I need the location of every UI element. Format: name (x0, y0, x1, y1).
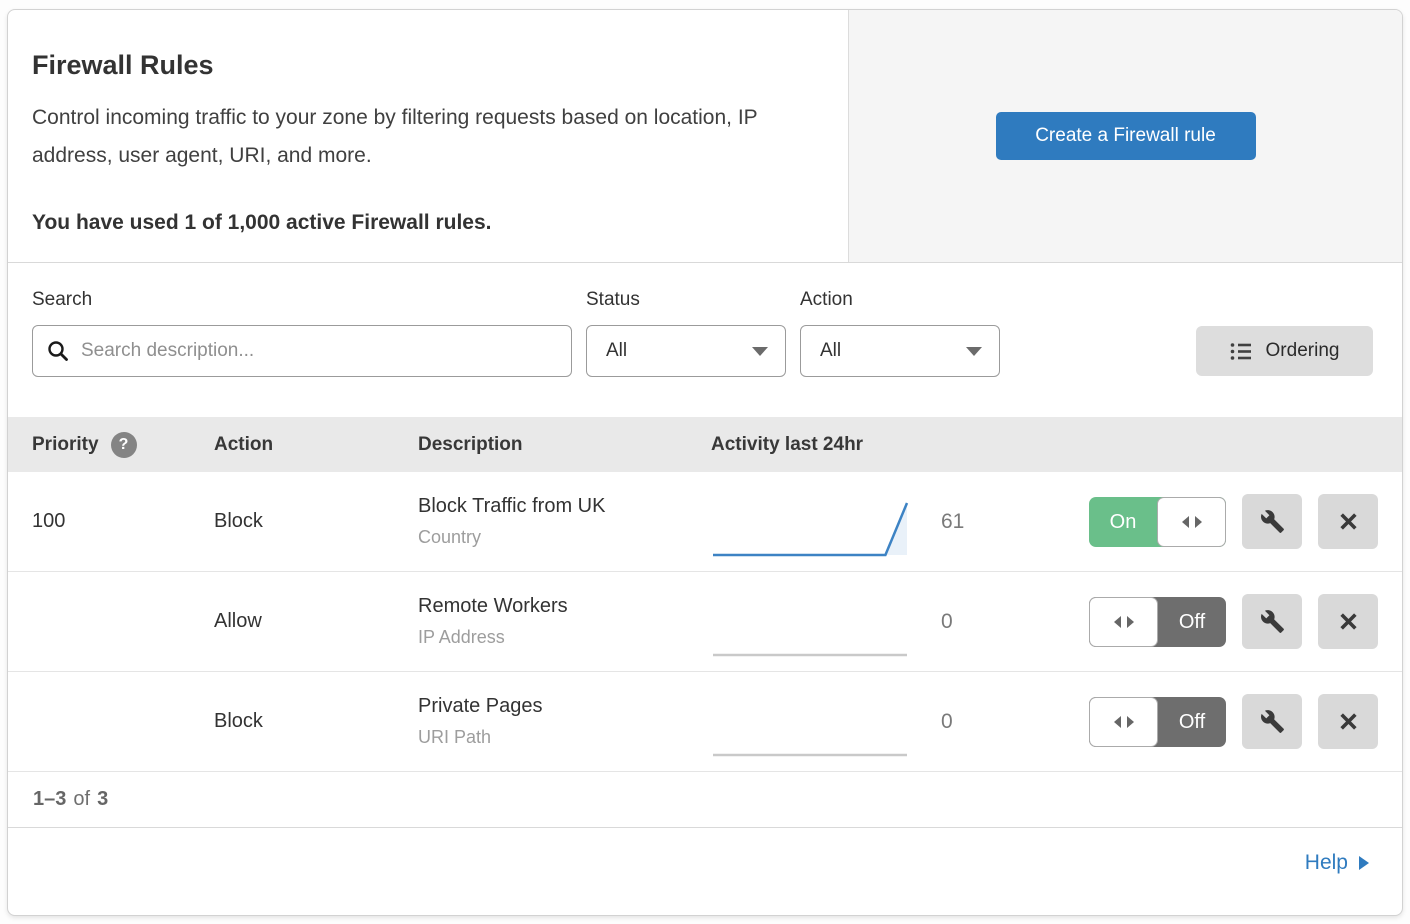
create-firewall-rule-button[interactable]: Create a Firewall rule (996, 112, 1256, 160)
search-icon (47, 340, 69, 362)
action-select[interactable]: All (800, 325, 1000, 377)
rule-enabled-toggle[interactable]: Off (1089, 597, 1226, 647)
toggle-state-label: On (1089, 497, 1157, 547)
column-header-description: Description (418, 434, 711, 456)
usage-summary: You have used 1 of 1,000 active Firewall… (32, 211, 798, 235)
rule-enabled-toggle[interactable]: On (1089, 497, 1226, 547)
ordering-button[interactable]: Ordering (1196, 326, 1373, 376)
search-box[interactable] (32, 325, 572, 377)
toggle-handle (1089, 697, 1158, 747)
page-header: Firewall Rules Control incoming traffic … (8, 10, 1402, 263)
pagination-total: 3 (97, 788, 108, 811)
rule-activity-cell: 61 (711, 484, 1089, 560)
pagination-bar: 1–3 of 3 (8, 772, 1402, 828)
table-row: 100 Block Block Traffic from UK Country … (8, 472, 1402, 572)
delete-rule-button[interactable] (1318, 494, 1378, 549)
status-filter-group: Status All (586, 289, 786, 377)
close-icon (1338, 711, 1359, 732)
page-description: Control incoming traffic to your zone by… (32, 99, 798, 175)
wrench-icon (1260, 509, 1285, 534)
triangle-right-icon (1127, 616, 1134, 628)
search-filter-group: Search (32, 289, 572, 377)
triangle-left-icon (1114, 716, 1121, 728)
help-link[interactable]: Help (1305, 851, 1369, 875)
rule-enabled-toggle[interactable]: Off (1089, 697, 1226, 747)
rule-description: Private Pages (418, 695, 711, 718)
wrench-icon (1260, 709, 1285, 734)
table-row: Block Private Pages URI Path 0 Off (8, 672, 1402, 772)
toggle-handle (1157, 497, 1226, 547)
delete-rule-button[interactable] (1318, 694, 1378, 749)
rule-match-type: IP Address (418, 627, 711, 648)
action-selected-value: All (820, 340, 841, 362)
chevron-down-icon (752, 347, 768, 356)
edit-rule-button[interactable] (1242, 694, 1302, 749)
search-label: Search (32, 289, 572, 311)
rule-controls: Off (1089, 694, 1378, 749)
column-header-priority: Priority ? (32, 432, 214, 458)
column-header-action: Action (214, 434, 418, 456)
toggle-state-label: Off (1158, 597, 1226, 647)
rule-action: Block (214, 510, 418, 533)
triangle-right-icon (1127, 716, 1134, 728)
help-link-label: Help (1305, 851, 1348, 875)
help-footer: Help (8, 828, 1402, 898)
rule-description-cell: Remote Workers IP Address (418, 595, 711, 648)
action-label: Action (800, 289, 1000, 311)
rule-activity-cell: 0 (711, 684, 1089, 760)
status-label: Status (586, 289, 786, 311)
rule-description-cell: Block Traffic from UK Country (418, 495, 711, 548)
arrow-right-icon (1359, 856, 1369, 870)
activity-sparkline (711, 496, 911, 560)
activity-sparkline (711, 696, 911, 760)
pagination-of: of (73, 788, 90, 811)
chevron-down-icon (966, 347, 982, 356)
ordering-button-label: Ordering (1266, 340, 1340, 362)
close-icon (1338, 511, 1359, 532)
action-filter-group: Action All (800, 289, 1000, 377)
page-title: Firewall Rules (32, 50, 798, 81)
activity-sparkline (711, 596, 911, 660)
priority-header-label: Priority (32, 434, 99, 456)
edit-rule-button[interactable] (1242, 494, 1302, 549)
status-select[interactable]: All (586, 325, 786, 377)
header-action-panel: Create a Firewall rule (848, 10, 1402, 262)
activity-count: 0 (941, 610, 953, 634)
rule-controls: On (1089, 494, 1378, 549)
rule-action: Block (214, 710, 418, 733)
priority-help-icon[interactable]: ? (111, 432, 137, 458)
rule-action: Allow (214, 610, 418, 633)
rule-controls: Off (1089, 594, 1378, 649)
rule-match-type: URI Path (418, 727, 711, 748)
close-icon (1338, 611, 1359, 632)
rule-description-cell: Private Pages URI Path (418, 695, 711, 748)
filter-bar: Search Status All Action All (8, 263, 1402, 417)
table-row: Allow Remote Workers IP Address 0 Off (8, 572, 1402, 672)
edit-rule-button[interactable] (1242, 594, 1302, 649)
toggle-state-label: Off (1158, 697, 1226, 747)
toggle-handle (1089, 597, 1158, 647)
rule-priority: 100 (32, 510, 214, 533)
triangle-right-icon (1195, 516, 1202, 528)
wrench-icon (1260, 609, 1285, 634)
status-selected-value: All (606, 340, 627, 362)
table-header: Priority ? Action Description Activity l… (8, 417, 1402, 472)
rule-description: Remote Workers (418, 595, 711, 618)
rule-description: Block Traffic from UK (418, 495, 711, 518)
header-text-block: Firewall Rules Control incoming traffic … (8, 10, 848, 262)
rule-activity-cell: 0 (711, 584, 1089, 660)
pagination-range: 1–3 (33, 788, 66, 811)
triangle-left-icon (1182, 516, 1189, 528)
activity-count: 0 (941, 710, 953, 734)
delete-rule-button[interactable] (1318, 594, 1378, 649)
search-input[interactable] (79, 339, 557, 363)
firewall-rules-card: Firewall Rules Control incoming traffic … (7, 9, 1403, 916)
column-header-activity: Activity last 24hr (711, 434, 1378, 456)
list-icon (1230, 342, 1253, 361)
activity-count: 61 (941, 510, 964, 534)
triangle-left-icon (1114, 616, 1121, 628)
rule-match-type: Country (418, 527, 711, 548)
